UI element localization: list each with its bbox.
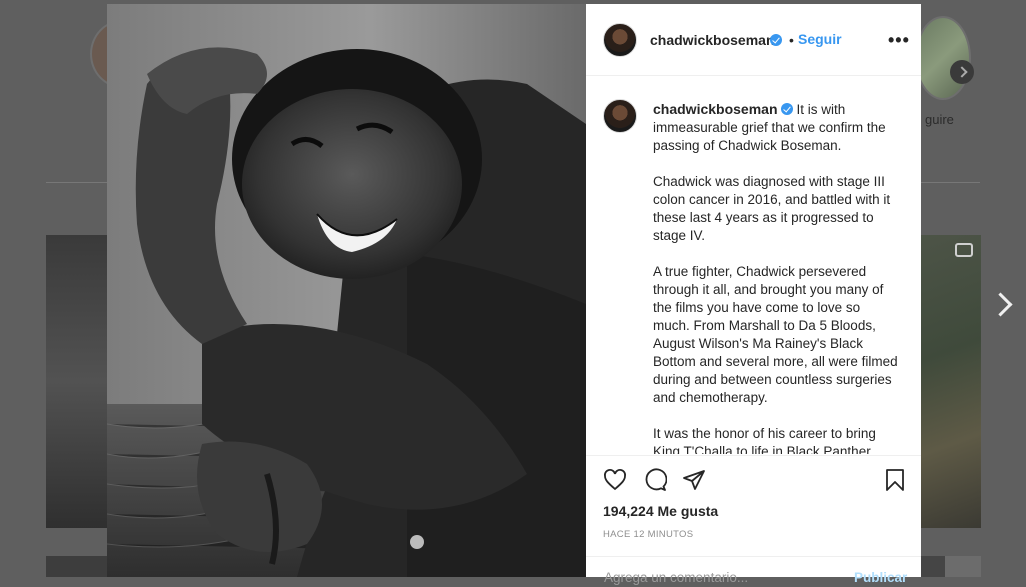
camera-icon bbox=[955, 243, 973, 257]
post-photo-illustration bbox=[107, 4, 586, 577]
author-avatar[interactable] bbox=[603, 23, 637, 57]
share-icon[interactable] bbox=[682, 468, 706, 497]
verified-badge-icon bbox=[780, 103, 793, 115]
comment-input[interactable] bbox=[602, 569, 826, 586]
background-grid-tile bbox=[46, 235, 108, 528]
next-post-chevron-right-icon[interactable] bbox=[990, 290, 1012, 320]
likes-count[interactable]: 194,224 Me gusta bbox=[603, 503, 718, 519]
heart-icon[interactable] bbox=[603, 468, 627, 497]
separator-dot: • bbox=[789, 32, 794, 48]
publish-button[interactable]: Publicar bbox=[854, 570, 907, 585]
follow-button[interactable]: Seguir bbox=[798, 31, 842, 47]
add-comment-bar: Publicar bbox=[586, 556, 921, 587]
caption-author-username[interactable]: chadwickboseman bbox=[653, 101, 778, 117]
background-grid-tile bbox=[921, 235, 981, 528]
author-username[interactable]: chadwickboseman bbox=[650, 32, 775, 48]
background-grid-tile bbox=[46, 556, 108, 577]
bookmark-icon[interactable] bbox=[883, 468, 907, 497]
more-options-button[interactable]: ••• bbox=[888, 30, 910, 51]
verified-badge-icon bbox=[770, 34, 782, 46]
post-timestamp[interactable]: HACE 12 MINUTOS bbox=[603, 529, 693, 540]
caption-author-avatar[interactable] bbox=[603, 99, 637, 133]
background-grid-tile bbox=[945, 556, 981, 577]
post-caption: chadwickboseman It is with immeasurable g… bbox=[586, 76, 921, 454]
caption-text: chadwickboseman It is with immeasurable g… bbox=[653, 100, 898, 454]
caption-paragraph: Chadwick was diagnosed with stage III co… bbox=[653, 174, 891, 243]
background-story-avatar-right bbox=[915, 16, 971, 100]
background-stories-next-button bbox=[950, 60, 974, 84]
comment-icon[interactable] bbox=[643, 468, 668, 497]
caption-paragraph: A true fighter, Chadwick persevered thro… bbox=[653, 264, 898, 405]
post-photo bbox=[107, 4, 586, 577]
background-story-label: guire bbox=[925, 112, 954, 127]
post-details-panel: chadwickboseman • Seguir ••• chadwickbos… bbox=[586, 4, 921, 586]
caption-paragraph: It was the honor of his career to bring … bbox=[653, 426, 876, 454]
post-header: chadwickboseman • Seguir ••• bbox=[586, 4, 921, 76]
post-actions: 194,224 Me gusta HACE 12 MINUTOS Publica… bbox=[586, 455, 921, 586]
caption-paragraph: chadwickboseman It is with immeasurable g… bbox=[653, 100, 898, 155]
